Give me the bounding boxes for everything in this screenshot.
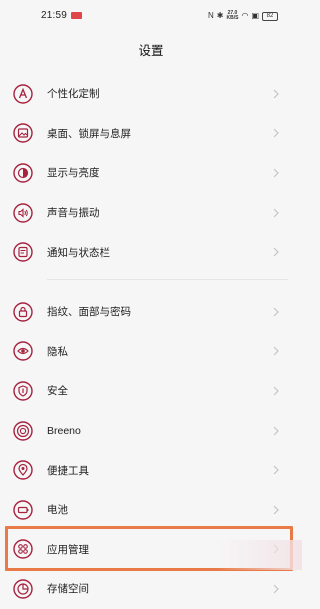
settings-item-privacy[interactable]: 隐私: [0, 332, 302, 372]
settings-item-notification[interactable]: 通知与状态栏: [0, 232, 302, 272]
settings-item-display[interactable]: 显示与亮度: [0, 153, 302, 193]
notification-badge-icon: [71, 12, 82, 19]
privacy-icon: [12, 340, 34, 362]
settings-item-label: 便捷工具: [47, 464, 89, 477]
battery-icon: [12, 499, 34, 521]
settings-item-label: 个性化定制: [47, 88, 100, 101]
settings-item-biometrics[interactable]: 指纹、面部与密码: [0, 292, 302, 332]
settings-item-label: 显示与亮度: [47, 167, 100, 180]
chevron-right-icon: [273, 128, 279, 138]
personalize-icon: [12, 83, 34, 105]
chevron-right-icon: [273, 426, 279, 436]
network-speed-unit: KB/S: [226, 15, 239, 21]
storage-icon: [12, 578, 34, 600]
chevron-right-icon: [273, 386, 279, 396]
watermark: [216, 540, 302, 570]
notification-icon: [12, 241, 34, 263]
chevron-right-icon: [273, 505, 279, 515]
page-title: 设置: [138, 44, 164, 58]
settings-item-label: 指纹、面部与密码: [47, 306, 131, 319]
bluetooth-icon: ✱: [216, 11, 224, 20]
settings-item-label: 安全: [47, 385, 68, 398]
settings-item-personalize[interactable]: 个性化定制: [0, 74, 302, 114]
status-indicators: N ✱ 27.0 KB/S ◠ ▣ 82: [208, 10, 278, 22]
settings-item-label: 应用管理: [47, 543, 89, 556]
settings-item-battery[interactable]: 电池: [0, 490, 302, 530]
settings-item-label: 声音与振动: [47, 207, 100, 220]
chevron-right-icon: [273, 247, 279, 257]
group-divider: [47, 279, 288, 280]
network-speed: 27.0 KB/S: [227, 11, 239, 21]
chevron-right-icon: [273, 584, 279, 594]
shield-icon: [12, 380, 34, 402]
settings-group-1: 个性化定制 桌面、锁屏与息屏 显示与亮度 声音与振动 通知与状态栏: [0, 74, 302, 272]
tools-icon: [12, 459, 34, 481]
breeno-icon: [12, 420, 34, 442]
nfc-icon: N: [208, 11, 214, 20]
settings-item-breeno[interactable]: Breeno: [0, 411, 302, 451]
status-time: 21:59: [41, 10, 68, 21]
settings-item-storage[interactable]: 存储空间: [0, 569, 302, 609]
chevron-right-icon: [273, 89, 279, 99]
apps-icon: [12, 538, 34, 560]
settings-item-label: 通知与状态栏: [47, 246, 110, 259]
chevron-right-icon: [273, 208, 279, 218]
chevron-right-icon: [273, 346, 279, 356]
chevron-right-icon: [273, 307, 279, 317]
chevron-right-icon: [273, 168, 279, 178]
settings-item-wallpaper[interactable]: 桌面、锁屏与息屏: [0, 114, 302, 154]
settings-item-label: Breeno: [47, 424, 81, 437]
settings-item-label: 隐私: [47, 345, 68, 358]
settings-item-label: 存储空间: [47, 583, 89, 596]
lock-icon: [12, 301, 34, 323]
settings-item-label: 电池: [47, 504, 68, 517]
wallpaper-icon: [12, 122, 34, 144]
settings-item-tools[interactable]: 便捷工具: [0, 450, 302, 490]
chevron-right-icon: [273, 465, 279, 475]
wifi-icon: ◠: [241, 11, 249, 20]
settings-item-sound[interactable]: 声音与振动: [0, 193, 302, 233]
status-bar: 21:59 N ✱ 27.0 KB/S ◠ ▣ 82: [0, 0, 302, 32]
settings-item-label: 桌面、锁屏与息屏: [47, 127, 131, 140]
display-icon: [12, 162, 34, 184]
sim-icon: ▣: [251, 11, 259, 20]
settings-item-security[interactable]: 安全: [0, 371, 302, 411]
sound-icon: [12, 202, 34, 224]
battery-status: 82: [262, 11, 278, 21]
